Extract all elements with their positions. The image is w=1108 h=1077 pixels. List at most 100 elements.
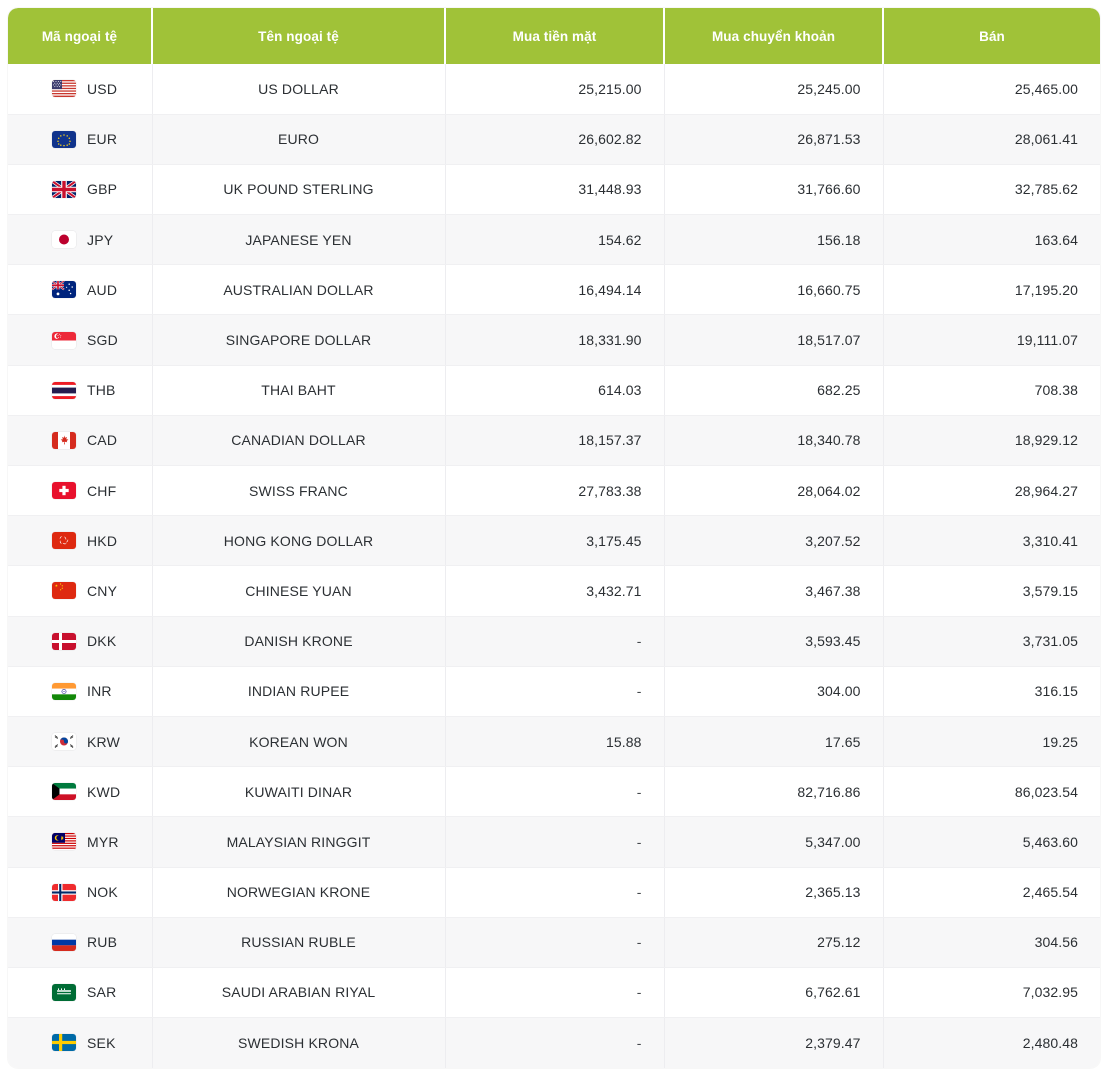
currency-code-group: AUD [52,281,136,299]
cell-sell: 19,111.07 [883,314,1100,366]
cell-currency-name: MALAYSIAN RINGGIT [152,816,446,868]
cell-buy-transfer: 3,207.52 [664,515,884,567]
table-row[interactable]: CAD CANADIAN DOLLAR 18,157.37 18,340.78 18,9… [8,415,1100,467]
currency-code-group: EUR [52,130,136,148]
cell-currency-code: CNY [8,565,153,617]
column-header-currency-name[interactable]: Tên ngoại tệ [152,8,446,64]
table-row[interactable]: INR INDIAN RUPEE -304.00 316.15 [8,666,1100,717]
column-header-currency-code[interactable]: Mã ngoại tệ [8,8,153,64]
cell-currency-name: SINGAPORE DOLLAR [152,314,446,366]
cell-sell: 3,310.41 [883,515,1100,567]
flag-my-icon [52,833,76,851]
currency-code-label: SAR [87,984,117,1001]
cell-buy-cash: 15.88 [445,716,665,768]
cell-buy-transfer: 3,467.38 [664,565,884,617]
table-row[interactable]: JPY JAPANESE YEN 154.62 156.18 163.64 [8,214,1100,266]
table-row[interactable]: KWD KUWAITI DINAR -82,716.86 86,023.54 [8,766,1100,818]
cell-buy-cash: 16,494.14 [445,264,665,316]
flag-se-icon [52,1034,76,1052]
cell-currency-code: RUB [8,917,153,968]
cell-currency-name: THAI BAHT [152,365,446,416]
cell-buy-transfer: 275.12 [664,917,884,968]
currency-code-group: INR [52,682,136,700]
cell-currency-name: CANADIAN DOLLAR [152,415,446,467]
currency-code-label: CNY [87,582,118,599]
cell-sell: 5,463.60 [883,816,1100,868]
cell-currency-code: DKK [8,616,153,667]
table-row[interactable]: HKD HONG KONG DOLLAR 3,175.45 3,207.52 3,310… [8,515,1100,567]
table-row[interactable]: USD US DOLLAR 25,215.00 25,245.00 25,465.00 [8,64,1100,115]
currency-code-label: DKK [87,633,117,650]
currency-code-group: KRW [52,733,136,751]
exchange-rate-table: Mã ngoại tệ Tên ngoại tệ Mua tiền mặt Mu… [8,8,1100,1068]
table-row[interactable]: CHF SWISS FRANC 27,783.38 28,064.02 28,964.2… [8,465,1100,517]
table-row[interactable]: SAR SAUDI ARABIAN RIYAL -6,762.61 7,032.95 [8,967,1100,1019]
table-row[interactable]: AUD AUSTRALIAN DOLLAR 16,494.14 16,660.75 17… [8,264,1100,316]
cell-currency-code: USD [8,64,153,115]
cell-buy-cash: - [445,967,665,1019]
table-row[interactable]: NOK NORWEGIAN KRONE -2,365.13 2,465.54 [8,867,1100,918]
cell-currency-name: INDIAN RUPEE [152,666,446,717]
column-header-buy-cash[interactable]: Mua tiền mặt [445,8,665,64]
cell-sell: 32,785.62 [883,164,1100,216]
currency-code-label: SEK [87,1034,116,1051]
column-header-sell[interactable]: Bán [883,8,1100,64]
table-row[interactable]: THB THAI BAHT 614.03 682.25 708.38 [8,365,1100,416]
cell-sell: 304.56 [883,917,1100,968]
flag-in-icon [52,682,76,700]
cell-sell: 86,023.54 [883,766,1100,818]
cell-currency-name: KOREAN WON [152,716,446,768]
cell-currency-name: NORWEGIAN KRONE [152,867,446,918]
currency-code-label: SGD [87,332,118,349]
cell-currency-name: DANISH KRONE [152,616,446,667]
cell-sell: 28,964.27 [883,465,1100,517]
cell-currency-code: SEK [8,1017,153,1068]
column-header-buy-transfer[interactable]: Mua chuyển khoản [664,8,884,64]
cell-buy-cash: 154.62 [445,214,665,266]
flag-eu-icon [52,130,76,148]
cell-currency-code: KWD [8,766,153,818]
flag-kw-icon [52,783,76,801]
table-row[interactable]: MYR MALAYSIAN RINGGIT -5,347.00 5,463.60 [8,816,1100,868]
cell-currency-code: GBP [8,164,153,216]
cell-buy-transfer: 18,340.78 [664,415,884,467]
table-row[interactable]: DKK DANISH KRONE -3,593.45 3,731.05 [8,616,1100,667]
table-row[interactable]: CNY CHINESE YUAN 3,432.71 3,467.38 3,579.15 [8,565,1100,617]
table-body: USD US DOLLAR 25,215.00 25,245.00 25,465.00 E… [8,64,1100,1068]
table-row[interactable]: SGD SINGAPORE DOLLAR 18,331.90 18,517.07 19,… [8,314,1100,366]
cell-currency-name: JAPANESE YEN [152,214,446,266]
currency-code-label: EUR [87,131,118,148]
currency-code-label: MYR [87,833,119,850]
table-row[interactable]: SEK SWEDISH KRONA -2,379.47 2,480.48 [8,1017,1100,1068]
currency-code-group: SGD [52,331,136,349]
cell-buy-cash: 27,783.38 [445,465,665,517]
cell-buy-transfer: 28,064.02 [664,465,884,517]
cell-sell: 3,579.15 [883,565,1100,617]
currency-code-group: CHF [52,482,136,500]
currency-code-group: NOK [52,883,136,901]
exchange-rate-table-container: Mã ngoại tệ Tên ngoại tệ Mua tiền mặt Mu… [8,8,1100,1068]
cell-currency-name: AUSTRALIAN DOLLAR [152,264,446,316]
cell-buy-transfer: 5,347.00 [664,816,884,868]
flag-sa-icon [52,983,76,1001]
cell-currency-code: AUD [8,264,153,316]
cell-buy-cash: - [445,766,665,818]
cell-buy-transfer: 82,716.86 [664,766,884,818]
flag-ru-icon [52,933,76,951]
table-row[interactable]: GBP UK POUND STERLING 31,448.93 31,766.60 32… [8,164,1100,216]
currency-code-group: DKK [52,632,136,650]
currency-code-label: CHF [87,482,117,499]
cell-sell: 7,032.95 [883,967,1100,1019]
cell-sell: 2,480.48 [1022,1034,1078,1051]
cell-buy-cash: 18,157.37 [445,415,665,467]
table-row[interactable]: KRW KOREAN WON 15.88 17.65 19.25 [8,716,1100,768]
table-row[interactable]: RUB RUSSIAN RUBLE -275.12 304.56 [8,917,1100,968]
currency-code-label: INR [87,683,112,700]
flag-dk-icon [52,632,76,650]
cell-currency-code: EUR [8,114,153,165]
currency-code-label: THB [87,382,116,399]
cell-sell: 2,465.54 [883,867,1100,918]
cell-sell: 28,061.41 [883,114,1100,165]
table-row[interactable]: EUR EURO 26,602.82 26,871.53 28,061.41 [8,114,1100,165]
currency-code-label: USD [87,80,118,97]
